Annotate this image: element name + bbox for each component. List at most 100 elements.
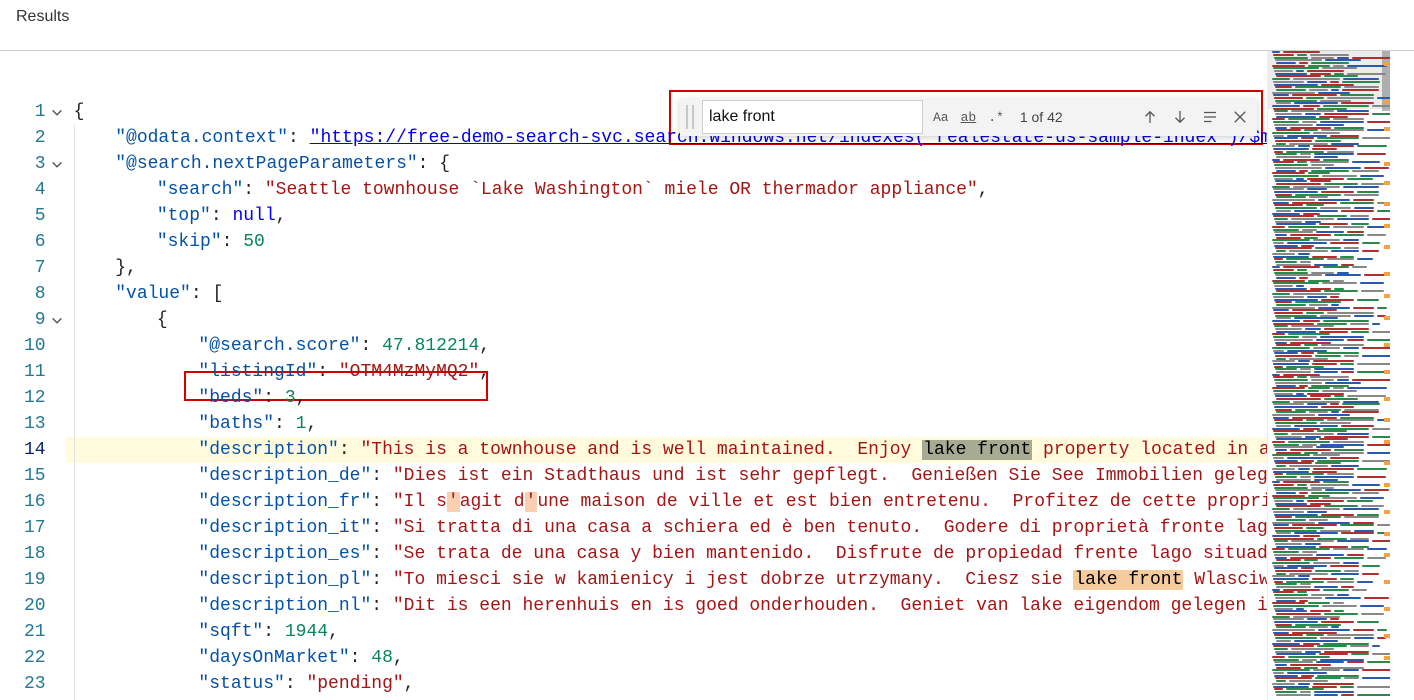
regex-toggle[interactable]: .* [986, 108, 1006, 127]
code-line[interactable]: "description_es": "Se trata de una casa … [66, 541, 1267, 567]
code-line[interactable]: "description_de": "Dies ist ein Stadthau… [66, 463, 1267, 489]
line-number: 2 [35, 128, 46, 148]
minimap-hit-marker [1384, 580, 1390, 584]
code-line[interactable]: "description": "This is a townhouse and … [66, 437, 1267, 463]
json-number: 48 [371, 648, 393, 668]
minimap-hit-marker [1384, 294, 1390, 298]
minimap-hit-marker [1384, 607, 1390, 611]
json-key: "description_pl" [198, 570, 371, 590]
json-string: une maison de ville et est bien entreten… [537, 492, 1267, 512]
minimap[interactable] [1267, 51, 1390, 700]
code-line[interactable]: "description_it": "Si tratta di una casa… [66, 515, 1267, 541]
punctuation: : [263, 388, 285, 408]
json-number: 1944 [285, 622, 328, 642]
minimap-hit-marker [1384, 316, 1390, 320]
line-number: 6 [35, 232, 46, 252]
code-line[interactable]: "search": "Seattle townhouse `Lake Washi… [66, 177, 1267, 203]
line-number: 8 [35, 284, 46, 304]
json-string: "To miesci sie w kamienicy i jest dobrze… [393, 570, 1074, 590]
match-case-toggle[interactable]: Aa [931, 108, 951, 127]
line-number: 19 [24, 570, 46, 590]
json-key: "@odata.context" [115, 128, 288, 148]
json-null: null [232, 206, 275, 226]
find-input[interactable] [702, 100, 923, 134]
punctuation: : [371, 492, 393, 512]
find-close-button[interactable] [1229, 106, 1251, 128]
line-number: 13 [24, 414, 46, 434]
code-line[interactable]: "value": [ [66, 281, 1267, 307]
code-line[interactable]: }, [66, 255, 1267, 281]
json-string: "Il s [393, 492, 447, 512]
fold-chevron-icon[interactable] [50, 103, 64, 117]
minimap-hit-marker [1384, 245, 1390, 249]
json-string: "Dit is een herenhuis en is goed onderho… [393, 596, 1267, 616]
code-line[interactable]: "listingId": "OTM4MzMyMQ2", [66, 359, 1267, 385]
code-line[interactable]: "sqft": 1944, [66, 619, 1267, 645]
punctuation: : [263, 622, 285, 642]
fold-chevron-icon[interactable] [50, 311, 64, 325]
json-key: "sqft" [198, 622, 263, 642]
punctuation: : [243, 180, 265, 200]
json-key: "status" [198, 674, 284, 694]
match-whole-word-toggle[interactable]: ab [959, 108, 979, 127]
punctuation: , [276, 206, 287, 226]
line-number: 20 [24, 596, 46, 616]
find-selection-toggle[interactable] [1199, 106, 1221, 128]
code-area[interactable]: { "@odata.context": "https://free-demo-s… [66, 51, 1267, 700]
json-key: "description_fr" [198, 492, 371, 512]
minimap-hit-marker [1384, 100, 1390, 104]
line-number: 21 [24, 622, 46, 642]
search-hit-current: lake front [922, 440, 1032, 460]
json-string: Wlasciwosc po [1183, 570, 1267, 590]
line-number: 17 [24, 518, 46, 538]
code-line[interactable]: "@search.nextPageParameters": { [66, 151, 1267, 177]
line-number: 10 [24, 336, 46, 356]
match-highlight: ' [525, 492, 538, 512]
code-line[interactable]: "description_fr": "Il s'agit d'une maiso… [66, 489, 1267, 515]
line-number: 15 [24, 466, 46, 486]
minimap-hit-marker [1384, 553, 1390, 557]
line-number: 1 [35, 102, 46, 122]
json-string: "OTM4MzMyMQ2" [339, 362, 479, 382]
minimap-hit-marker [1384, 181, 1390, 185]
punctuation: , [328, 622, 339, 642]
line-number: 7 [35, 258, 46, 278]
line-number: 4 [35, 180, 46, 200]
code-line[interactable]: "baths": 1, [66, 411, 1267, 437]
fold-chevron-icon[interactable] [50, 155, 64, 169]
minimap-hit-marker [1384, 532, 1390, 536]
minimap-hit-marker [1384, 656, 1390, 660]
json-number: 50 [243, 232, 265, 252]
json-key: "description" [198, 440, 338, 460]
line-number: 18 [24, 544, 46, 564]
punctuation: : [371, 518, 393, 538]
code-line[interactable]: "@search.score": 47.812214, [66, 333, 1267, 359]
punctuation: { [157, 310, 168, 330]
find-resize-grip[interactable] [686, 105, 694, 129]
code-line[interactable]: "daysOnMarket": 48, [66, 645, 1267, 671]
minimap-hit-marker [1384, 272, 1390, 276]
code-line[interactable]: "skip": 50 [66, 229, 1267, 255]
minimap-hit-marker [1384, 62, 1390, 66]
find-previous-button[interactable] [1139, 106, 1161, 128]
code-line[interactable]: "beds": 3, [66, 385, 1267, 411]
line-number: 11 [24, 362, 46, 382]
punctuation: : [350, 648, 372, 668]
code-line[interactable]: "description_nl": "Dit is een herenhuis … [66, 593, 1267, 619]
punctuation: , [479, 336, 490, 356]
punctuation: : [371, 596, 393, 616]
find-next-button[interactable] [1169, 106, 1191, 128]
code-line[interactable]: "description_pl": "To miesci sie w kamie… [66, 567, 1267, 593]
json-key: "description_es" [198, 544, 371, 564]
json-key: "listingId" [198, 362, 317, 382]
line-number: 16 [24, 492, 46, 512]
code-line[interactable]: "status": "pending", [66, 671, 1267, 697]
code-line[interactable]: { [66, 307, 1267, 333]
json-key: "description_it" [198, 518, 371, 538]
punctuation: { [74, 102, 85, 122]
code-editor[interactable]: 123456789101112131415161718192021222324 … [24, 51, 1267, 700]
match-highlight: ' [447, 492, 460, 512]
code-line[interactable]: "top": null, [66, 203, 1267, 229]
json-key: "top" [157, 206, 211, 226]
minimap-hit-marker [1384, 224, 1390, 228]
